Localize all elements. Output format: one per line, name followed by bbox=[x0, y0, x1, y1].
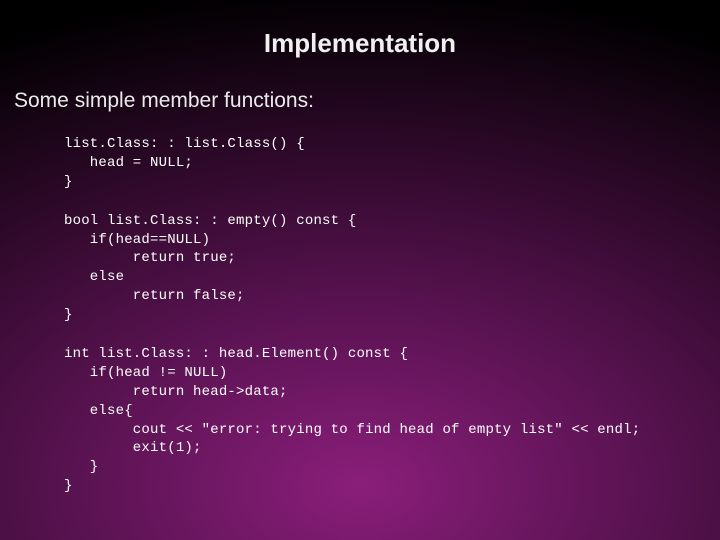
code-block-head-element: int list.Class: : head.Element() const {… bbox=[64, 345, 708, 496]
slide-title: Implementation bbox=[12, 28, 708, 59]
code-block-constructor: list.Class: : list.Class() { head = NULL… bbox=[64, 135, 708, 192]
slide: Implementation Some simple member functi… bbox=[0, 0, 720, 540]
code-block-empty: bool list.Class: : empty() const { if(he… bbox=[64, 212, 708, 325]
slide-subtitle: Some simple member functions: bbox=[14, 89, 708, 113]
